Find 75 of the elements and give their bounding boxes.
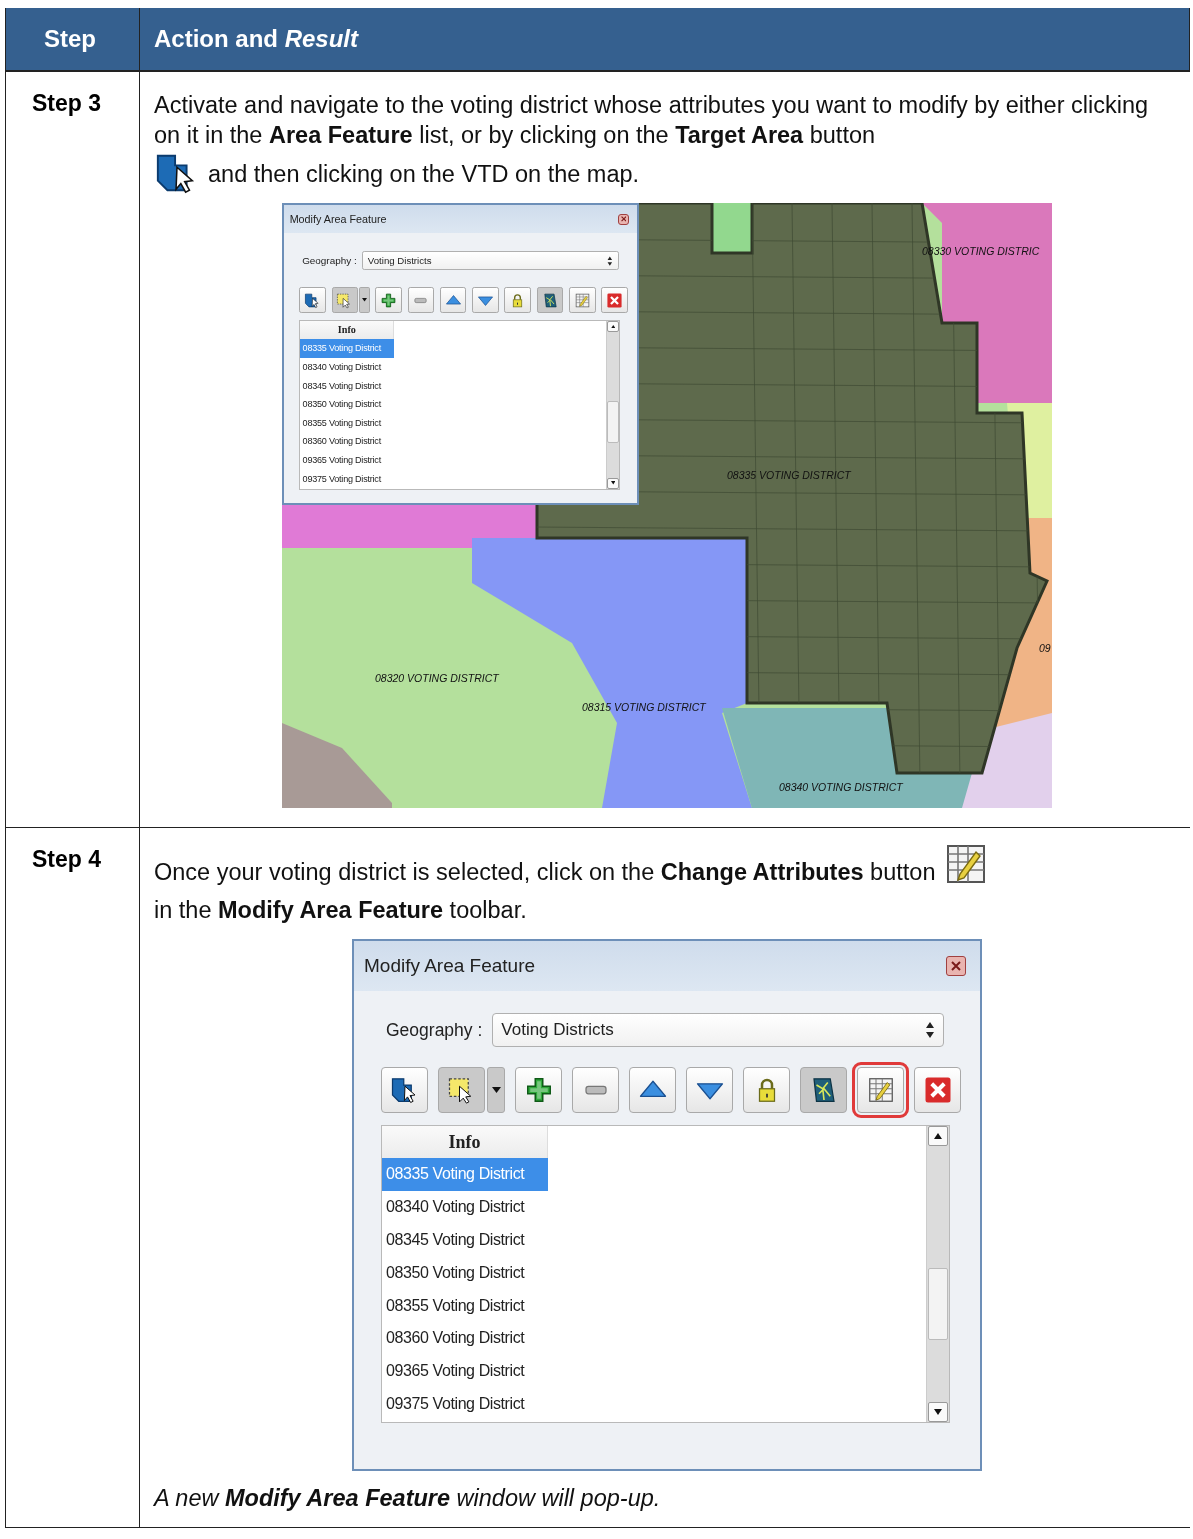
dialog-title: Modify Area Feature [289, 212, 387, 228]
list-item[interactable]: 08345 Voting District [382, 1223, 548, 1257]
district-label: 09 [1039, 642, 1051, 654]
scrollbar[interactable] [605, 321, 620, 489]
instruction-text: Activate and navigate to the voting district whose attributes you want to modify by either clicking on it in the Area Feature list, or by clicking on the Target Area button [154, 92, 1149, 148]
step-label: Step 4 [6, 828, 140, 1528]
scroll-up-button[interactable] [607, 321, 619, 333]
dialog-title: Modify Area Feature [364, 954, 536, 978]
caret-icon [934, 1133, 942, 1139]
plus-icon [380, 291, 398, 309]
caret-icon [491, 1087, 501, 1093]
district-label: 08320 VOTING DISTRICT [375, 672, 499, 684]
list-item[interactable]: 09365 Voting District [300, 450, 395, 470]
dropdown-button[interactable] [487, 1067, 505, 1113]
map-icon [541, 291, 559, 309]
caret-icon [934, 1409, 942, 1415]
list-item[interactable]: 08340 Voting District [300, 357, 395, 377]
toolbar-button[interactable] [743, 1067, 790, 1113]
list-item[interactable]: 08345 Voting District [300, 376, 395, 395]
column-header: Step [6, 8, 140, 72]
toolbar-button[interactable] [914, 1067, 961, 1113]
spinner-arrows-icon [607, 255, 614, 266]
toolbar-button[interactable] [299, 287, 326, 314]
geography-label: Geography : [386, 1019, 483, 1042]
caret-icon [610, 325, 616, 329]
list-item[interactable]: 08360 Voting District [300, 432, 395, 451]
table-pencil-icon [573, 291, 591, 309]
geography-select[interactable]: Voting Districts [362, 251, 619, 271]
caret-icon [610, 481, 616, 485]
scroll-thumb[interactable] [606, 401, 620, 443]
step-label: Step 3 [6, 72, 140, 828]
toolbar-button[interactable] [375, 287, 402, 314]
list-item[interactable]: 08360 Voting District [382, 1322, 548, 1355]
list-item[interactable]: 08355 Voting District [382, 1289, 548, 1322]
toolbar-button[interactable] [536, 287, 564, 314]
target-area-icon [304, 291, 322, 309]
list-item[interactable]: 08350 Voting District [382, 1256, 548, 1290]
toolbar-button[interactable] [601, 287, 628, 314]
scrollbar[interactable] [926, 1126, 949, 1422]
toolbar-button[interactable] [800, 1067, 847, 1113]
district-label: 08340 VOTING DISTRICT [779, 781, 903, 793]
scroll-thumb[interactable] [928, 1268, 948, 1340]
instruction-text: and then clicking on the VTD on the map. [208, 161, 640, 187]
toolbar-button[interactable] [381, 1067, 428, 1113]
close-button[interactable] [617, 213, 630, 225]
district-label: 08315 VOTING DISTRICT [582, 701, 706, 713]
column-header: Info [300, 321, 395, 340]
caret-icon [361, 298, 367, 302]
list-item[interactable]: 09375 Voting District [382, 1387, 548, 1421]
close-icon [951, 961, 961, 971]
list-item[interactable]: 08350 Voting District [300, 394, 395, 414]
toolbar-button[interactable] [629, 1067, 676, 1113]
list-item[interactable]: 09375 Voting District [300, 469, 395, 488]
toolbar-button[interactable] [515, 1067, 562, 1113]
instruction-text: Once your voting district is selected, click on the Change Attributes button [154, 859, 936, 885]
close-icon [620, 216, 627, 222]
geography-select[interactable]: Voting Districts [492, 1013, 945, 1047]
scroll-down-button[interactable] [607, 477, 619, 489]
toolbar-button[interactable] [686, 1067, 733, 1113]
result-note: A new Modify Area Feature window will pop-up. [154, 1484, 662, 1513]
column-header: Action and Result [140, 8, 1190, 72]
dropdown-button[interactable] [359, 287, 370, 314]
delete-icon [606, 291, 624, 309]
spinner-arrows-icon [925, 1021, 936, 1039]
scroll-down-button[interactable] [928, 1402, 948, 1422]
toolbar-button[interactable] [438, 1067, 485, 1113]
close-button[interactable] [946, 956, 966, 976]
district-label: 08335 VOTING DISTRICT [727, 469, 851, 481]
list-item[interactable]: 08340 Voting District [382, 1190, 548, 1224]
column-header: Info [382, 1126, 548, 1158]
scroll-up-button[interactable] [928, 1126, 948, 1146]
geography-label: Geography : [302, 253, 357, 268]
list-item[interactable]: 09365 Voting District [382, 1354, 548, 1388]
instruction-text: in the Modify Area Feature toolbar. [154, 896, 527, 925]
list-item[interactable]: 08355 Voting District [300, 413, 395, 433]
